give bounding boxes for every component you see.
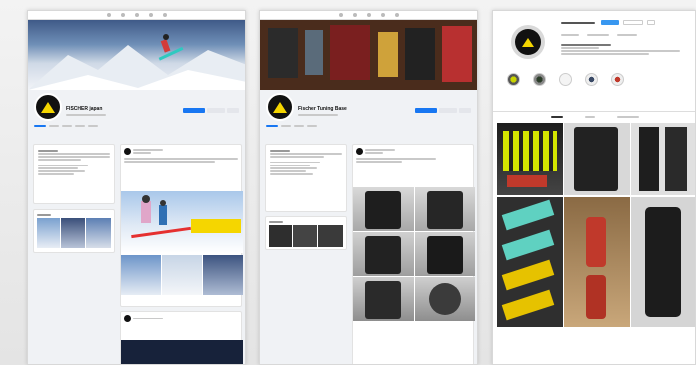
video-thumbnail[interactable] — [121, 340, 243, 364]
more-button[interactable] — [647, 20, 655, 25]
home-icon[interactable] — [106, 13, 111, 17]
like-button[interactable] — [183, 108, 205, 113]
post-photo-main[interactable] — [121, 191, 243, 253]
jacket-photo[interactable] — [353, 277, 414, 321]
groups-icon[interactable] — [380, 13, 385, 17]
profile-stats — [561, 33, 671, 37]
instagram-profile — [492, 10, 696, 365]
jacket-photo[interactable] — [353, 187, 414, 231]
shop-interior-illustration — [260, 20, 477, 90]
tab-posts[interactable] — [551, 116, 563, 118]
tab-about[interactable] — [281, 125, 291, 127]
tab-posts[interactable] — [34, 125, 46, 127]
page-avatar[interactable] — [34, 93, 62, 121]
tab-about[interactable] — [49, 125, 59, 127]
follow-button[interactable] — [601, 20, 619, 25]
tab-videos[interactable] — [307, 125, 317, 127]
post-grid — [497, 123, 695, 327]
more-button[interactable] — [459, 108, 471, 113]
marketplace-icon[interactable] — [366, 13, 371, 17]
jacket-photo[interactable] — [414, 277, 475, 321]
top-nav-bar — [28, 11, 245, 20]
grid-post[interactable] — [564, 196, 630, 327]
post-photo-a[interactable] — [121, 255, 161, 295]
grid-post[interactable] — [564, 123, 630, 195]
jacket-photo-grid — [353, 187, 475, 321]
intro-card — [33, 144, 115, 204]
post-avatar[interactable] — [356, 148, 363, 156]
post-avatar[interactable] — [124, 148, 131, 156]
bio — [561, 43, 686, 56]
grid-post[interactable] — [497, 196, 563, 327]
home-icon[interactable] — [338, 13, 343, 17]
grid-post[interactable] — [631, 196, 695, 327]
photo-thumb[interactable] — [61, 217, 85, 248]
tab-posts[interactable] — [266, 125, 278, 127]
post-card — [120, 144, 243, 307]
post-card — [352, 144, 475, 364]
marketplace-icon[interactable] — [134, 13, 139, 17]
grid-post[interactable] — [631, 123, 695, 195]
tab-photos[interactable] — [62, 125, 72, 127]
page-name: FISCHER japan — [66, 106, 103, 112]
photo-thumb[interactable] — [293, 224, 317, 247]
username — [561, 21, 595, 26]
highlight-item[interactable] — [559, 73, 572, 86]
page-avatar[interactable] — [266, 93, 294, 121]
photo-thumb[interactable] — [37, 217, 61, 248]
highlight-item[interactable] — [611, 73, 624, 86]
page-tabs — [34, 124, 234, 128]
highlight-item[interactable] — [507, 73, 520, 86]
photo-thumb[interactable] — [85, 217, 111, 248]
photos-card — [33, 209, 115, 253]
top-nav-bar — [260, 11, 477, 20]
tab-photos[interactable] — [294, 125, 304, 127]
tab-videos[interactable] — [75, 125, 85, 127]
page-subtitle — [66, 113, 106, 117]
video-icon[interactable] — [120, 13, 125, 17]
cover-photo — [28, 20, 245, 90]
more-button[interactable] — [227, 108, 239, 113]
message-button[interactable] — [207, 108, 225, 113]
fischer-logo-icon — [522, 37, 534, 47]
fischer-logo-icon — [41, 101, 55, 113]
gaming-icon[interactable] — [394, 13, 399, 17]
page-tabs — [266, 124, 466, 128]
tab-tagged[interactable] — [617, 116, 639, 118]
message-button[interactable] — [623, 20, 643, 25]
highlight-item[interactable] — [585, 73, 598, 86]
jacket-photo[interactable] — [414, 232, 475, 276]
jacket-photo[interactable] — [414, 187, 475, 231]
page-subtitle — [298, 113, 338, 117]
ski-race-illustration — [131, 195, 241, 239]
post-photo-b[interactable] — [162, 255, 202, 295]
cover-photo-shop — [260, 20, 477, 90]
facebook-page-fischer-tuning-base: Fischer Tuning Base — [259, 10, 478, 365]
fischer-logo-icon — [273, 101, 287, 113]
profile-tabs — [493, 111, 695, 118]
photo-thumb[interactable] — [269, 224, 293, 247]
profile-avatar[interactable] — [511, 25, 545, 59]
tab-reels[interactable] — [585, 116, 595, 118]
post-avatar[interactable] — [124, 315, 131, 322]
post-photo-c[interactable] — [203, 255, 243, 295]
message-button[interactable] — [439, 108, 457, 113]
jacket-photo[interactable] — [353, 232, 414, 276]
screenshot-collage: FISCHER japan Fischer Tuning Base — [0, 0, 696, 365]
like-button[interactable] — [415, 108, 437, 113]
facebook-page-fischer-japan: FISCHER japan — [27, 10, 246, 365]
intro-card — [265, 144, 347, 212]
photo-thumb[interactable] — [317, 224, 343, 247]
gaming-icon[interactable] — [162, 13, 167, 17]
cover-illustration — [28, 34, 245, 90]
groups-icon[interactable] — [148, 13, 153, 17]
grid-post[interactable] — [497, 123, 563, 195]
post-card-2 — [120, 311, 243, 364]
page-name: Fischer Tuning Base — [298, 106, 347, 112]
video-icon[interactable] — [352, 13, 357, 17]
story-highlights — [507, 73, 692, 86]
tab-more[interactable] — [88, 125, 98, 127]
highlight-item[interactable] — [533, 73, 546, 86]
photos-card — [265, 216, 347, 250]
